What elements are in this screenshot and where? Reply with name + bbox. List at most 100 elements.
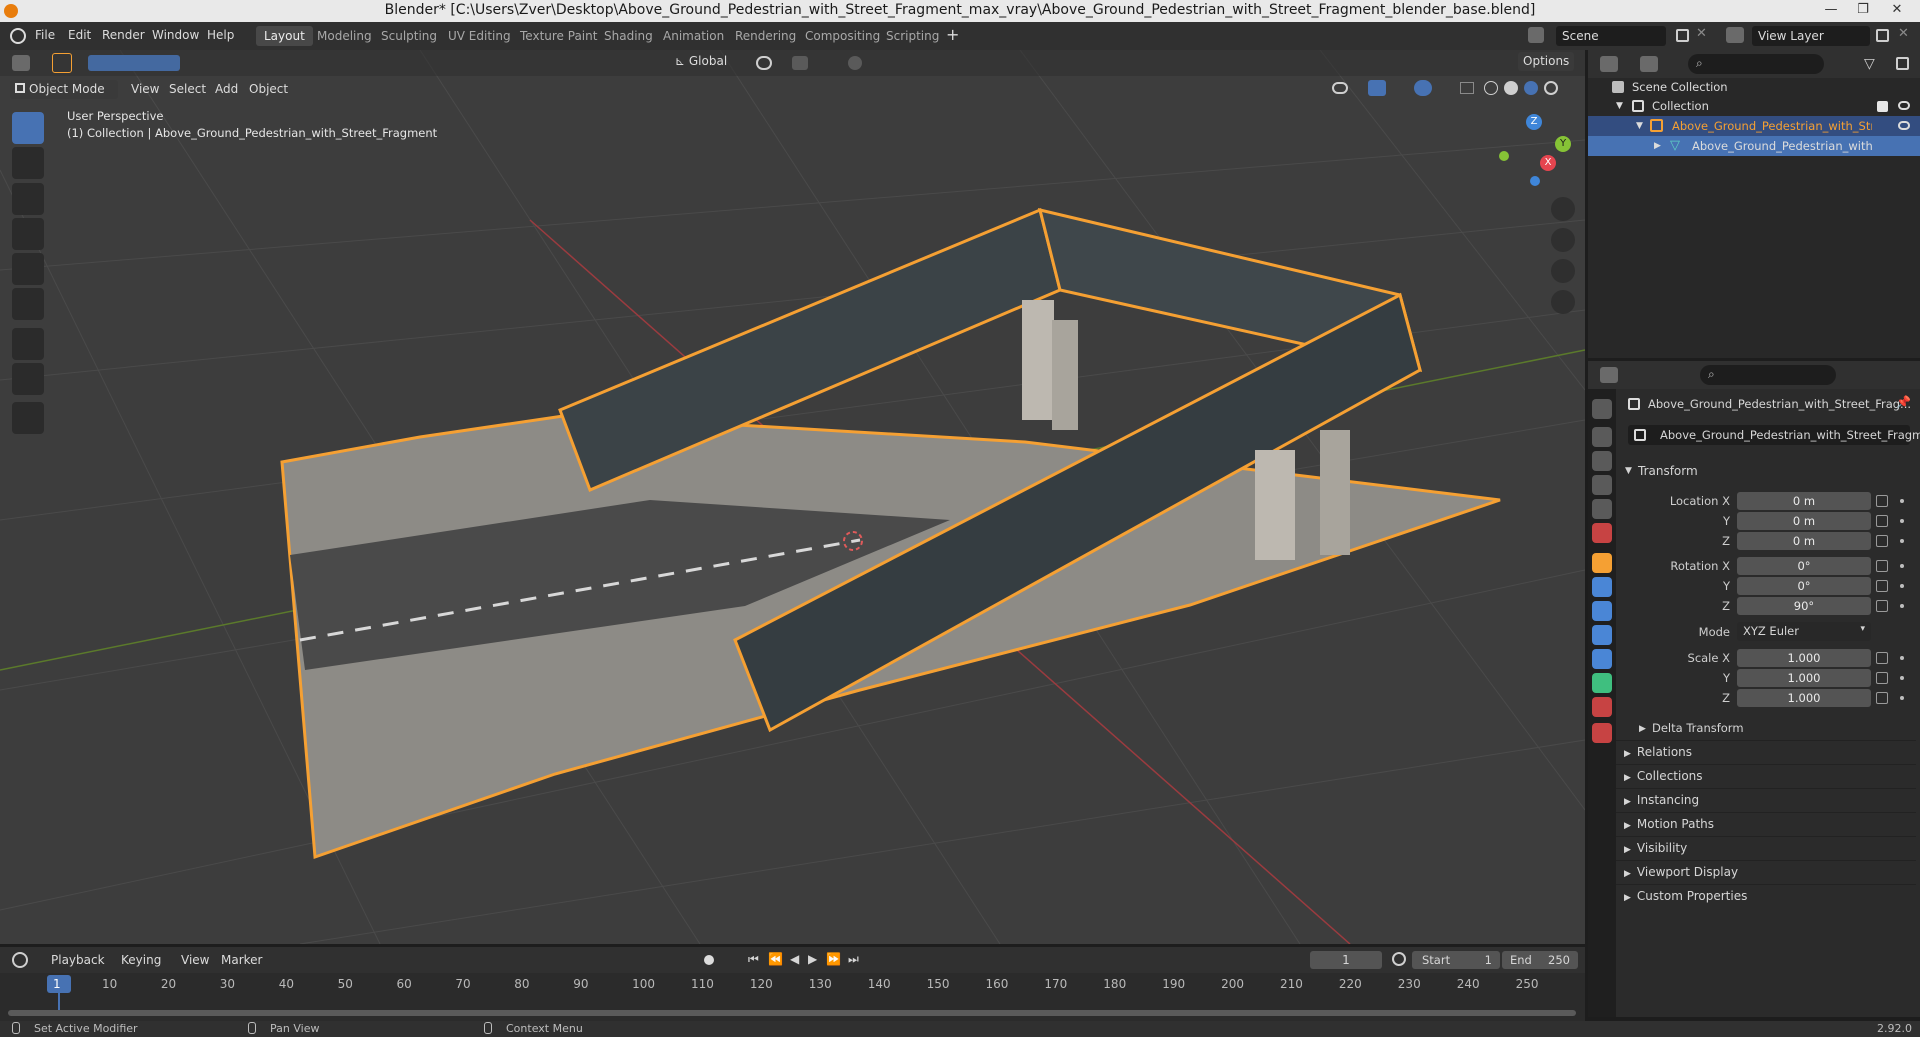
scale-tool[interactable] <box>12 253 44 285</box>
xray-icon[interactable] <box>1460 82 1474 94</box>
menu-edit[interactable]: Edit <box>68 28 91 42</box>
transform-expand-icon[interactable]: ▼ <box>1625 466 1632 476</box>
pan-hand-icon[interactable] <box>1551 228 1575 252</box>
location-y-field[interactable]: 0 m <box>1737 512 1871 530</box>
menu-object[interactable]: Object <box>244 80 293 99</box>
tab-layout[interactable]: Layout <box>256 26 313 46</box>
keyframe-dot-icon[interactable] <box>1900 519 1904 523</box>
location-x-field[interactable]: 0 m <box>1737 492 1871 510</box>
expand-icon[interactable]: ▼ <box>1616 96 1623 116</box>
transform-tool[interactable] <box>12 288 44 320</box>
datablock-field[interactable]: Above_Ground_Pedestrian_with_Street_Frag… <box>1628 425 1920 445</box>
menu-keying[interactable]: Keying <box>116 951 166 970</box>
menu-window[interactable]: Window <box>152 28 199 42</box>
texture-tab-icon[interactable] <box>1592 723 1612 743</box>
tab-scripting[interactable]: Scripting <box>878 26 947 46</box>
add-workspace-icon[interactable]: + <box>946 25 959 44</box>
exclude-checkbox[interactable] <box>1877 101 1888 112</box>
jump-start-icon[interactable]: ⏮ <box>748 952 759 967</box>
wireframe-shading-icon[interactable] <box>1484 81 1498 95</box>
keyframe-dot-icon[interactable] <box>1900 676 1904 680</box>
transform-panel-header[interactable]: Transform <box>1638 464 1698 478</box>
rotation-x-field[interactable]: 0° <box>1737 557 1871 575</box>
menu-render[interactable]: Render <box>102 28 145 42</box>
blender-menu-icon[interactable] <box>10 28 26 44</box>
tool-tab-icon[interactable] <box>1592 399 1612 419</box>
object-tab-icon[interactable] <box>1592 553 1612 573</box>
display-mode-icon[interactable] <box>1640 56 1658 72</box>
axis-y-icon[interactable]: Y <box>1555 136 1571 152</box>
pivot-icon[interactable] <box>756 56 772 70</box>
lock-icon[interactable] <box>1876 600 1888 612</box>
delete-scene-icon[interactable]: ✕ <box>1696 26 1707 41</box>
scene-icon[interactable] <box>1528 27 1544 43</box>
menu-marker[interactable]: Marker <box>216 951 267 970</box>
menu-view[interactable]: View <box>126 80 164 99</box>
timeline-editor-icon[interactable] <box>12 952 28 968</box>
view-layer-icon[interactable] <box>1726 27 1744 43</box>
lock-icon[interactable] <box>1876 560 1888 572</box>
menu-file[interactable]: File <box>35 28 55 42</box>
lock-icon[interactable] <box>1876 495 1888 507</box>
outliner-row-collection[interactable]: ▼ Collection <box>1588 96 1920 116</box>
outliner-row-object[interactable]: ▼ Above_Ground_Pedestrian_with_Street_F <box>1588 116 1920 136</box>
filter-icon[interactable]: ▽ <box>1864 56 1875 72</box>
measure-tool[interactable] <box>12 363 44 395</box>
modifier-tab-icon[interactable] <box>1592 577 1612 597</box>
menu-add[interactable]: Add <box>210 80 243 99</box>
material-shading-icon[interactable] <box>1524 81 1538 95</box>
lock-icon[interactable] <box>1876 580 1888 592</box>
delete-view-layer-icon[interactable]: ✕ <box>1898 26 1909 41</box>
keyframe-dot-icon[interactable] <box>1900 499 1904 503</box>
play-reverse-icon[interactable]: ◀ <box>790 952 799 966</box>
particles-tab-icon[interactable] <box>1592 601 1612 621</box>
world-tab-icon[interactable] <box>1592 523 1612 543</box>
lock-icon[interactable] <box>1876 535 1888 547</box>
scale-x-field[interactable]: 1.000 <box>1737 649 1871 667</box>
3d-viewport[interactable]: Object Mode View Select Add Object ⊾ Glo… <box>0 50 1585 944</box>
tab-modeling[interactable]: Modeling <box>309 26 380 46</box>
solid-shading-icon[interactable] <box>1504 81 1518 95</box>
gizmo-toggle-icon[interactable] <box>1368 80 1386 96</box>
rotation-mode-select[interactable]: XYZ Euler ▾ <box>1737 622 1871 641</box>
axis-neg-z-icon[interactable] <box>1530 176 1540 186</box>
outliner-editor-icon[interactable] <box>1600 56 1618 72</box>
panel-visibility[interactable]: ▶ Visibility <box>1616 836 1916 860</box>
physics-tab-icon[interactable] <box>1592 625 1612 645</box>
axis-x-icon[interactable]: X <box>1540 155 1556 171</box>
expand-icon[interactable]: ▶ <box>1654 136 1661 156</box>
lock-icon[interactable] <box>1876 672 1888 684</box>
snap-icon[interactable] <box>792 56 808 70</box>
proportional-edit-icon[interactable] <box>848 56 862 70</box>
scene-tab-icon[interactable] <box>1592 499 1612 519</box>
transform-orientation-select[interactable]: ⊾ Global <box>670 52 744 71</box>
new-collection-icon[interactable] <box>1896 57 1909 70</box>
tab-compositing[interactable]: Compositing <box>797 26 888 46</box>
outliner-row-scene-collection[interactable]: Scene Collection <box>1588 77 1920 97</box>
record-icon[interactable] <box>704 955 714 965</box>
panel-collections[interactable]: ▶ Collections <box>1616 764 1916 788</box>
current-frame-field[interactable]: 1 <box>1310 951 1382 969</box>
jump-end-icon[interactable]: ⏭ <box>848 952 859 967</box>
panel-relations[interactable]: ▶ Relations <box>1616 740 1916 764</box>
cursor-tool[interactable] <box>12 147 44 179</box>
select-box-mode-icons[interactable] <box>88 55 180 71</box>
select-tool-mode-icon[interactable] <box>52 53 72 73</box>
eye-icon[interactable] <box>1898 101 1910 110</box>
menu-timeline-view[interactable]: View <box>176 951 214 970</box>
editor-type-icon[interactable] <box>12 55 30 71</box>
delta-transform-header[interactable]: Delta Transform <box>1652 721 1744 735</box>
render-tab-icon[interactable] <box>1592 427 1612 447</box>
panel-custom-properties[interactable]: ▶ Custom Properties <box>1616 884 1916 908</box>
rotate-tool[interactable] <box>12 218 44 250</box>
tab-texture-paint[interactable]: Texture Paint <box>512 26 605 46</box>
view-layer-field[interactable]: View Layer <box>1752 26 1870 46</box>
outliner-row-mesh[interactable]: ▶ ▽ Above_Ground_Pedestrian_with_Stre <box>1588 136 1920 156</box>
start-frame-field[interactable]: Start 1 <box>1412 951 1500 969</box>
tab-sculpting[interactable]: Sculpting <box>373 26 445 46</box>
keyframe-dot-icon[interactable] <box>1900 604 1904 608</box>
expand-icon[interactable]: ▶ <box>1639 724 1646 734</box>
location-z-field[interactable]: 0 m <box>1737 532 1871 550</box>
end-frame-field[interactable]: End 250 <box>1502 951 1578 969</box>
lock-icon[interactable] <box>1876 515 1888 527</box>
